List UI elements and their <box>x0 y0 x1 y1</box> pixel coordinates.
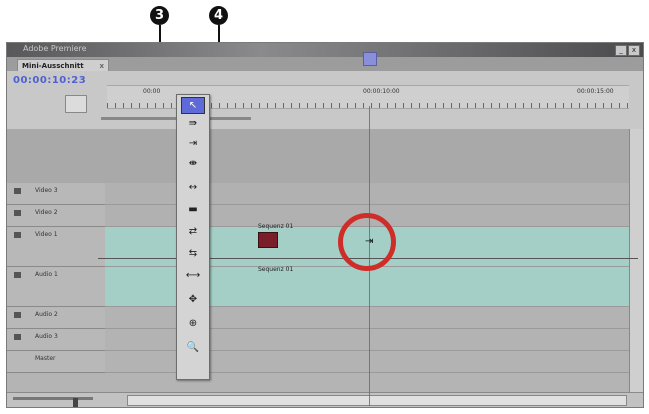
vertical-scrollbar[interactable] <box>629 129 643 393</box>
playhead-head[interactable] <box>363 52 377 66</box>
snap-button[interactable] <box>65 95 87 113</box>
rate-stretch-tool-icon[interactable]: ↔ <box>181 179 205 196</box>
tab-row: Mini-Ausschnitt x <box>7 57 643 71</box>
track-video-3: Video 3 <box>7 183 629 205</box>
tab-label: Mini-Ausschnitt <box>22 62 84 70</box>
audio-clip-label: Sequenz 01 <box>258 266 294 273</box>
track-header[interactable]: Audio 1 <box>7 267 105 307</box>
ruler-tick-label: 00:00:10:00 <box>363 88 400 95</box>
zoom-slider[interactable] <box>13 397 93 407</box>
callout-3: 3 <box>150 6 169 25</box>
track-audio-2: Audio 2 <box>7 307 629 329</box>
video-clip-label: Sequenz 01 <box>258 223 294 230</box>
slide-tool-icon[interactable]: ⇆ <box>181 245 205 262</box>
tools-panel: ↖ ⇛ ⇥ ⇼ ↔ ▬ ⇄ ⇆ ⟷ ✥ ⊕ 🔍 <box>176 94 210 380</box>
ripple-edit-tool-icon[interactable]: ⇥ <box>181 135 205 152</box>
track-master: Master <box>7 351 629 373</box>
track-name: Audio 3 <box>35 333 58 340</box>
speaker-icon[interactable] <box>14 334 21 340</box>
callout-4: 4 <box>209 6 228 25</box>
select-tool-icon[interactable]: ↖ <box>181 97 205 114</box>
track-video-2: Video 2 <box>7 205 629 227</box>
speaker-icon[interactable] <box>14 272 21 278</box>
tab-sequence[interactable]: Mini-Ausschnitt x <box>17 59 109 71</box>
eye-icon[interactable] <box>14 188 21 194</box>
zoom-tool-icon[interactable]: ⊕ <box>181 315 205 332</box>
minimize-button[interactable]: _ <box>615 45 627 56</box>
window-title: Adobe Premiere <box>23 44 87 53</box>
slip-tool-icon[interactable]: ⇄ <box>181 223 205 240</box>
track-name: Audio 1 <box>35 271 58 278</box>
zoom-magnify-tool-icon[interactable]: 🔍 <box>181 339 205 356</box>
hand-tool-icon[interactable]: ✥ <box>181 291 205 308</box>
track-audio-1: Audio 1 <box>7 267 629 307</box>
track-video-1: Video 1 <box>7 227 629 267</box>
title-bar: Adobe Premiere _ x <box>7 43 643 57</box>
ruler-tick-label: 00:00:15:00 <box>577 88 614 95</box>
ruler-tick-label: 00:00 <box>143 88 161 95</box>
track-name: Audio 2 <box>35 311 58 318</box>
track-audio-3: Audio 3 <box>7 329 629 351</box>
timeline-header: 00:00:10:23 00:00 00:00:10:00 00:00:15:0… <box>7 71 643 129</box>
horizontal-scrollbar[interactable] <box>127 395 627 406</box>
track-header[interactable]: Audio 3 <box>7 329 105 351</box>
ripple-cursor-icon: ⇥ <box>365 236 374 247</box>
zoom-slider-thumb[interactable] <box>73 398 78 407</box>
eye-icon[interactable] <box>14 210 21 216</box>
track-header[interactable]: Master <box>7 351 105 373</box>
empty-track-area <box>7 129 629 183</box>
track-name: Video 3 <box>35 187 58 194</box>
track-header[interactable]: Video 1 <box>7 227 105 267</box>
timecode-display[interactable]: 00:00:10:23 <box>13 75 86 86</box>
speaker-icon[interactable] <box>14 312 21 318</box>
rolling-edit-tool-icon[interactable]: ⇼ <box>181 155 205 172</box>
track-header[interactable]: Video 2 <box>7 205 105 227</box>
track-name: Video 2 <box>35 209 58 216</box>
track-name: Master <box>35 355 56 362</box>
video-clip-thumbnail[interactable] <box>258 232 278 248</box>
pen-tool-icon[interactable]: ⟷ <box>181 267 205 284</box>
eye-icon[interactable] <box>14 232 21 238</box>
timeline-window: Adobe Premiere _ x Mini-Ausschnitt x 00:… <box>6 42 644 408</box>
track-select-tool-icon[interactable]: ⇛ <box>181 115 205 132</box>
track-header[interactable]: Video 3 <box>7 183 105 205</box>
close-button[interactable]: x <box>628 45 640 56</box>
track-name: Video 1 <box>35 231 58 238</box>
timeline-footer <box>7 392 643 407</box>
razor-tool-icon[interactable]: ▬ <box>181 201 205 218</box>
track-header[interactable]: Audio 2 <box>7 307 105 329</box>
